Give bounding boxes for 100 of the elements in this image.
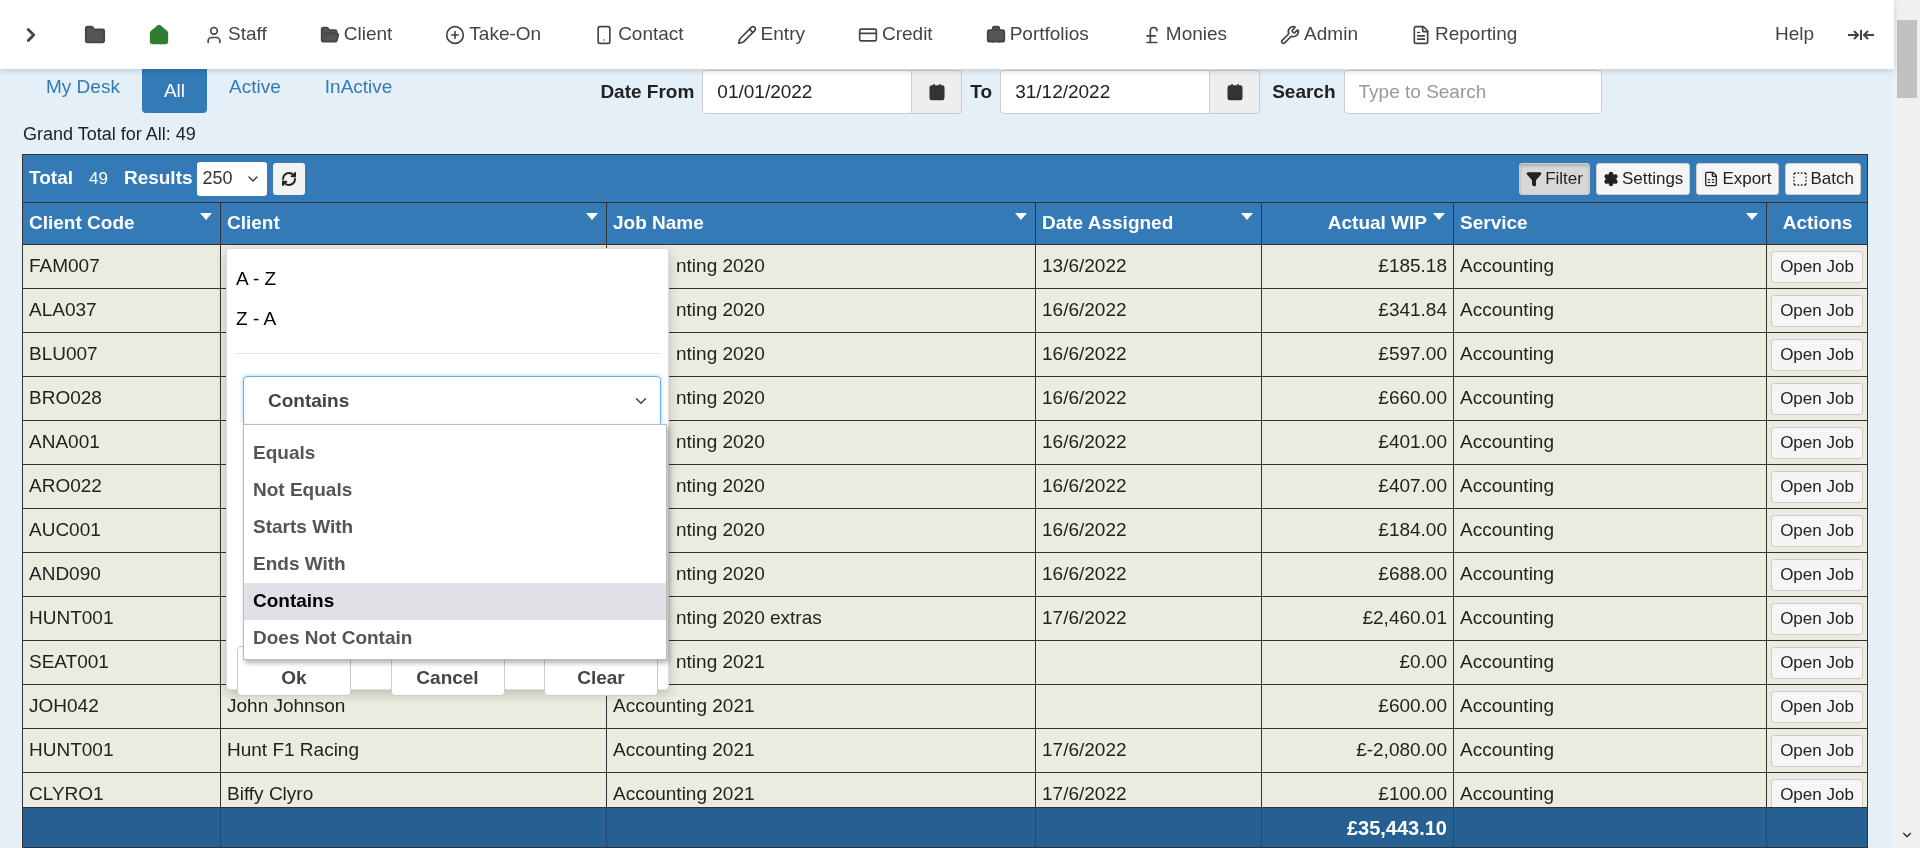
column-header[interactable]: Client	[221, 203, 607, 244]
table-cell: £600.00	[1262, 685, 1454, 728]
open-job-button[interactable]: Open Job	[1771, 690, 1863, 723]
table-cell: 16/6/2022	[1036, 377, 1262, 420]
column-header[interactable]: Client Code	[23, 203, 221, 244]
collapse-icon[interactable]	[1848, 28, 1874, 41]
nav-link[interactable]: Monies	[1141, 20, 1228, 49]
refresh-button[interactable]	[272, 162, 305, 195]
column-header[interactable]: Actions	[1767, 203, 1868, 244]
nav-link[interactable]: Client	[319, 20, 393, 49]
open-job-button[interactable]: Open Job	[1771, 338, 1863, 371]
date-to-field[interactable]: 31/12/2022	[1000, 70, 1211, 115]
refresh-icon	[280, 170, 297, 187]
nav-link[interactable]: Reporting	[1410, 20, 1518, 49]
table-cell: Accounting	[1454, 245, 1767, 288]
open-job-button[interactable]: Open Job	[1771, 382, 1863, 415]
caret-icon[interactable]	[1746, 213, 1758, 221]
open-job-button[interactable]: Open Job	[1771, 778, 1863, 807]
help-link[interactable]: Help	[1774, 20, 1814, 49]
table-cell: 17/6/2022	[1036, 729, 1262, 772]
nav-link[interactable]: Admin	[1280, 20, 1358, 49]
column-header[interactable]: Job Name	[607, 203, 1036, 244]
table-cell: AND090	[23, 553, 221, 596]
results-label: Results	[123, 166, 193, 191]
nav-link[interactable]: Contact	[594, 20, 684, 49]
column-header[interactable]: Date Assigned	[1036, 203, 1262, 244]
tab[interactable]: InActive	[302, 69, 415, 106]
tab[interactable]: Active	[207, 69, 303, 106]
open-job-button[interactable]: Open Job	[1771, 646, 1863, 679]
table-cell: Accounting	[1454, 333, 1767, 376]
open-job-button[interactable]: Open Job	[1771, 514, 1863, 547]
table-cell: £2,460.01	[1262, 597, 1454, 640]
table-cell: Accounting	[1454, 509, 1767, 552]
grand-total-text: Grand Total for All: 49	[23, 123, 196, 147]
table-cell: 16/6/2022	[1036, 509, 1262, 552]
toolbar-button[interactable]: Export	[1696, 162, 1779, 195]
briefcase-icon	[985, 24, 1006, 45]
toolbar-button[interactable]: Settings	[1595, 162, 1691, 195]
home-icon[interactable]	[148, 23, 170, 46]
open-job-button[interactable]: Open Job	[1771, 294, 1863, 327]
table-cell: 16/6/2022	[1036, 289, 1262, 332]
pencil-icon	[736, 24, 757, 45]
scrollbar-thumb[interactable]	[1897, 20, 1917, 98]
search-field[interactable]: Type to Search	[1343, 70, 1602, 115]
footer-total: £35,443.10	[1346, 815, 1447, 841]
calendar-button[interactable]	[912, 70, 963, 115]
table-cell: £184.00	[1262, 509, 1454, 552]
table-cell: 16/6/2022	[1036, 421, 1262, 464]
table-cell: Accounting	[1454, 465, 1767, 508]
caret-icon[interactable]	[200, 213, 212, 221]
frame-icon	[1791, 170, 1808, 187]
nav-link[interactable]: Credit	[857, 20, 933, 49]
column-header[interactable]: Service	[1454, 203, 1767, 244]
caret-icon[interactable]	[1015, 213, 1027, 221]
open-job-button[interactable]: Open Job	[1771, 602, 1863, 635]
table-cell: Accounting	[1454, 289, 1767, 332]
open-job-button[interactable]: Open Job	[1771, 558, 1863, 591]
toolbar-button[interactable]: Filter	[1519, 162, 1590, 195]
nav-link[interactable]: Take-On	[445, 20, 542, 49]
folder-icon[interactable]	[84, 23, 106, 46]
spreadsheet-icon	[1703, 170, 1720, 187]
table-cell: £185.18	[1262, 245, 1454, 288]
table-cell: 16/6/2022	[1036, 553, 1262, 596]
open-job-button[interactable]: Open Job	[1771, 734, 1863, 767]
scrollbar[interactable]	[1894, 0, 1920, 848]
table-cell: ANA001	[23, 421, 221, 464]
table-cell: Accounting	[1454, 685, 1767, 728]
table-cell: 16/6/2022	[1036, 465, 1262, 508]
caret-icon[interactable]	[1241, 213, 1253, 221]
table-cell: Accounting	[1454, 553, 1767, 596]
calendar-button[interactable]	[1210, 70, 1261, 115]
open-job-button[interactable]: Open Job	[1771, 470, 1863, 503]
table-cell: BLU007	[23, 333, 221, 376]
toolbar-button[interactable]: Batch	[1784, 162, 1861, 195]
table-cell: Hunt F1 Racing	[221, 729, 607, 772]
operator-option[interactable]: Contains	[244, 583, 666, 620]
table-cell: ARO022	[23, 465, 221, 508]
nav-link[interactable]: Entry	[736, 20, 805, 49]
table-cell: ALA037	[23, 289, 221, 332]
open-job-button[interactable]: Open Job	[1771, 250, 1863, 283]
table-cell: Accounting	[1454, 597, 1767, 640]
table-cell: SEAT001	[23, 641, 221, 684]
caret-icon[interactable]	[1433, 213, 1445, 221]
caret-icon[interactable]	[586, 213, 598, 221]
table-cell: 16/6/2022	[1036, 333, 1262, 376]
search-label: Search	[1272, 80, 1336, 105]
date-to-label: To	[970, 80, 993, 105]
column-header[interactable]: Actual WIP	[1262, 203, 1454, 244]
tab[interactable]: My Desk	[24, 69, 142, 106]
nav-link[interactable]: Staff	[204, 20, 267, 49]
total-count: 49	[89, 167, 108, 190]
table-cell: £-2,080.00	[1262, 729, 1454, 772]
table-cell: FAM007	[23, 245, 221, 288]
tab[interactable]: All	[141, 69, 208, 114]
filter-icon	[1526, 170, 1543, 187]
results-select[interactable]: 250	[196, 161, 267, 196]
nav-link[interactable]: Portfolios	[985, 20, 1089, 49]
date-from-field[interactable]: 01/01/2022	[702, 70, 913, 115]
table-cell: Accounting	[1454, 377, 1767, 420]
open-job-button[interactable]: Open Job	[1771, 426, 1863, 459]
